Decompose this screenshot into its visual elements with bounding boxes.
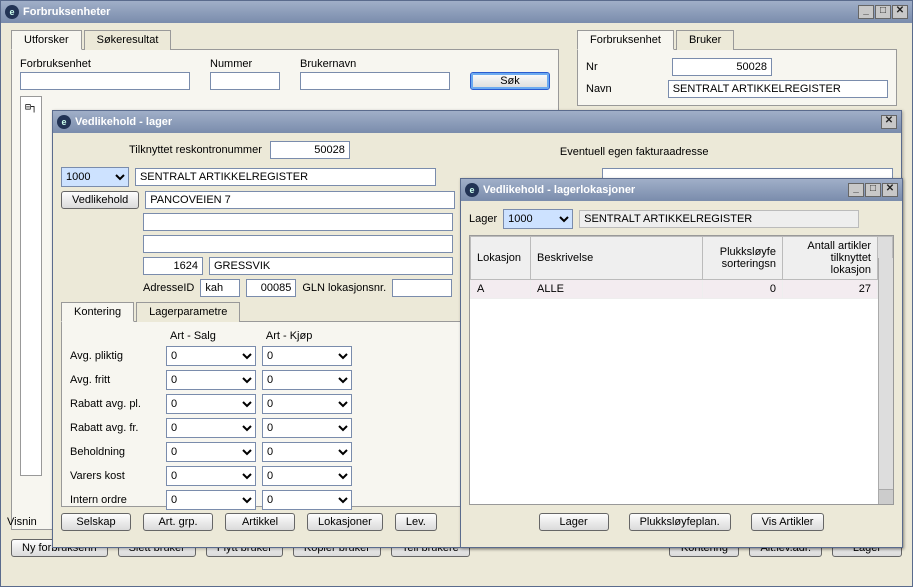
- input-brukernavn[interactable]: [300, 72, 450, 90]
- minimize-button[interactable]: _: [848, 183, 864, 197]
- minimize-button[interactable]: _: [858, 5, 874, 19]
- sel-r1-salg[interactable]: 0: [166, 346, 256, 366]
- window-title: Forbruksenheter: [23, 6, 858, 18]
- input-lager-navn[interactable]: [135, 168, 436, 186]
- sel-r2-kjop[interactable]: 0: [262, 370, 352, 390]
- input-adresse2[interactable]: [143, 213, 453, 231]
- input-nr[interactable]: [672, 58, 772, 76]
- scrollbar-vertical[interactable]: [878, 258, 893, 504]
- label-intern-ordre: Intern ordre: [70, 494, 160, 506]
- input-postnr[interactable]: [143, 257, 203, 275]
- tab-utforsker[interactable]: Utforsker: [11, 30, 82, 50]
- search-button[interactable]: Søk: [470, 72, 550, 90]
- label-rabatt-pl: Rabatt avg. pl.: [70, 398, 160, 410]
- btn-lev[interactable]: Lev.: [395, 513, 437, 531]
- window-lagerlokasjoner: e Vedlikehold - lagerlokasjoner _ □ ✕ La…: [460, 178, 903, 548]
- label-nummer: Nummer: [210, 58, 280, 70]
- header-art-salg: Art - Salg: [170, 330, 216, 342]
- select-lager-v2[interactable]: 1000: [503, 209, 573, 229]
- readonly-lager-navn: SENTRALT ARTIKKELREGISTER: [579, 210, 859, 228]
- sel-r7-salg[interactable]: 0: [166, 490, 256, 510]
- label-faktura: Eventuell egen fakturaadresse: [560, 146, 709, 158]
- sel-r3-salg[interactable]: 0: [166, 394, 256, 414]
- select-lager[interactable]: 1000: [61, 167, 129, 187]
- tab-forbruksenhet[interactable]: Forbruksenhet: [577, 30, 674, 50]
- grid-lokasjoner[interactable]: Lokasjon Beskrivelse Plukksløyfe sorteri…: [469, 235, 894, 505]
- tab-bruker[interactable]: Bruker: [676, 30, 734, 50]
- sel-r5-kjop[interactable]: 0: [262, 442, 352, 462]
- label-visning: Visnin: [7, 516, 37, 528]
- label-avg-pliktig: Avg. pliktig: [70, 350, 160, 362]
- btn-lokasjoner[interactable]: Lokasjoner: [307, 513, 383, 531]
- cell-antall: 27: [783, 280, 878, 299]
- window-title-v1: Vedlikehold - lager: [75, 116, 881, 128]
- app-icon: e: [465, 183, 479, 197]
- close-button[interactable]: ✕: [892, 5, 908, 19]
- sel-r1-kjop[interactable]: 0: [262, 346, 352, 366]
- tree-view[interactable]: ⊟┐: [20, 96, 42, 476]
- col-lokasjon[interactable]: Lokasjon: [471, 237, 531, 280]
- input-adresseid1[interactable]: [200, 279, 240, 297]
- maximize-button[interactable]: □: [875, 5, 891, 19]
- cell-sortering: 0: [703, 280, 783, 299]
- col-plukksloyfe[interactable]: Plukksløyfe sorteringsn: [703, 237, 783, 280]
- label-lager: Lager: [469, 213, 497, 225]
- titlebar-v1[interactable]: e Vedlikehold - lager ✕: [53, 111, 901, 133]
- label-varers-kost: Varers kost: [70, 470, 160, 482]
- cell-lokasjon: A: [471, 280, 531, 299]
- sel-r6-salg[interactable]: 0: [166, 466, 256, 486]
- close-button[interactable]: ✕: [882, 183, 898, 197]
- input-reskontro[interactable]: [270, 141, 350, 159]
- input-nummer[interactable]: [210, 72, 280, 90]
- label-navn: Navn: [586, 83, 632, 95]
- label-gln: GLN lokasjonsnr.: [302, 282, 386, 294]
- grid-row[interactable]: A ALLE 0 27: [471, 280, 893, 299]
- sel-r4-kjop[interactable]: 0: [262, 418, 352, 438]
- titlebar-v2[interactable]: e Vedlikehold - lagerlokasjoner _ □ ✕: [461, 179, 902, 201]
- tab-kontering[interactable]: Kontering: [61, 302, 134, 322]
- label-beholdning: Beholdning: [70, 446, 160, 458]
- input-gln[interactable]: [392, 279, 452, 297]
- btn-lager-v2[interactable]: Lager: [539, 513, 609, 531]
- label-adresseid: AdresseID: [143, 282, 194, 294]
- app-icon: e: [57, 115, 71, 129]
- sel-r5-salg[interactable]: 0: [166, 442, 256, 462]
- header-art-kjop: Art - Kjøp: [266, 330, 312, 342]
- btn-vedlikehold[interactable]: Vedlikehold: [61, 191, 139, 209]
- titlebar-main[interactable]: e Forbruksenheter _ □ ✕: [1, 1, 912, 23]
- btn-artgrp[interactable]: Art. grp.: [143, 513, 213, 531]
- input-adresseid2[interactable]: [246, 279, 296, 297]
- input-adresse3[interactable]: [143, 235, 453, 253]
- input-sted[interactable]: [209, 257, 453, 275]
- btn-selskap[interactable]: Selskap: [61, 513, 131, 531]
- label-rabatt-fr: Rabatt avg. fr.: [70, 422, 160, 434]
- sel-r2-salg[interactable]: 0: [166, 370, 256, 390]
- input-adresse[interactable]: [145, 191, 455, 209]
- close-button[interactable]: ✕: [881, 115, 897, 129]
- sel-r7-kjop[interactable]: 0: [262, 490, 352, 510]
- col-antall[interactable]: Antall artikler tilknyttet lokasjon: [783, 237, 878, 280]
- sel-r4-salg[interactable]: 0: [166, 418, 256, 438]
- tab-lagerparametre[interactable]: Lagerparametre: [136, 302, 240, 322]
- scroll-down-icon[interactable]: [879, 489, 893, 504]
- label-avg-fritt: Avg. fritt: [70, 374, 160, 386]
- btn-artikkel[interactable]: Artikkel: [225, 513, 295, 531]
- label-reskontro: Tilknyttet reskontronummer: [129, 144, 262, 156]
- btn-vis-artikler[interactable]: Vis Artikler: [751, 513, 825, 531]
- detail-panel: Nr Navn: [577, 50, 897, 106]
- input-navn[interactable]: [668, 80, 888, 98]
- input-forbruksenhet[interactable]: [20, 72, 190, 90]
- label-forbruksenhet: Forbruksenhet: [20, 58, 190, 70]
- label-brukernavn: Brukernavn: [300, 58, 450, 70]
- sel-r6-kjop[interactable]: 0: [262, 466, 352, 486]
- sel-r3-kjop[interactable]: 0: [262, 394, 352, 414]
- col-beskrivelse[interactable]: Beskrivelse: [531, 237, 703, 280]
- btn-plukksloyfeplan[interactable]: Plukksløyfeplan.: [629, 513, 731, 531]
- tab-sokeresultat[interactable]: Søkeresultat: [84, 30, 172, 50]
- app-icon: e: [5, 5, 19, 19]
- maximize-button[interactable]: □: [865, 183, 881, 197]
- cell-beskrivelse: ALLE: [531, 280, 703, 299]
- label-nr: Nr: [586, 61, 636, 73]
- window-title-v2: Vedlikehold - lagerlokasjoner: [483, 184, 848, 196]
